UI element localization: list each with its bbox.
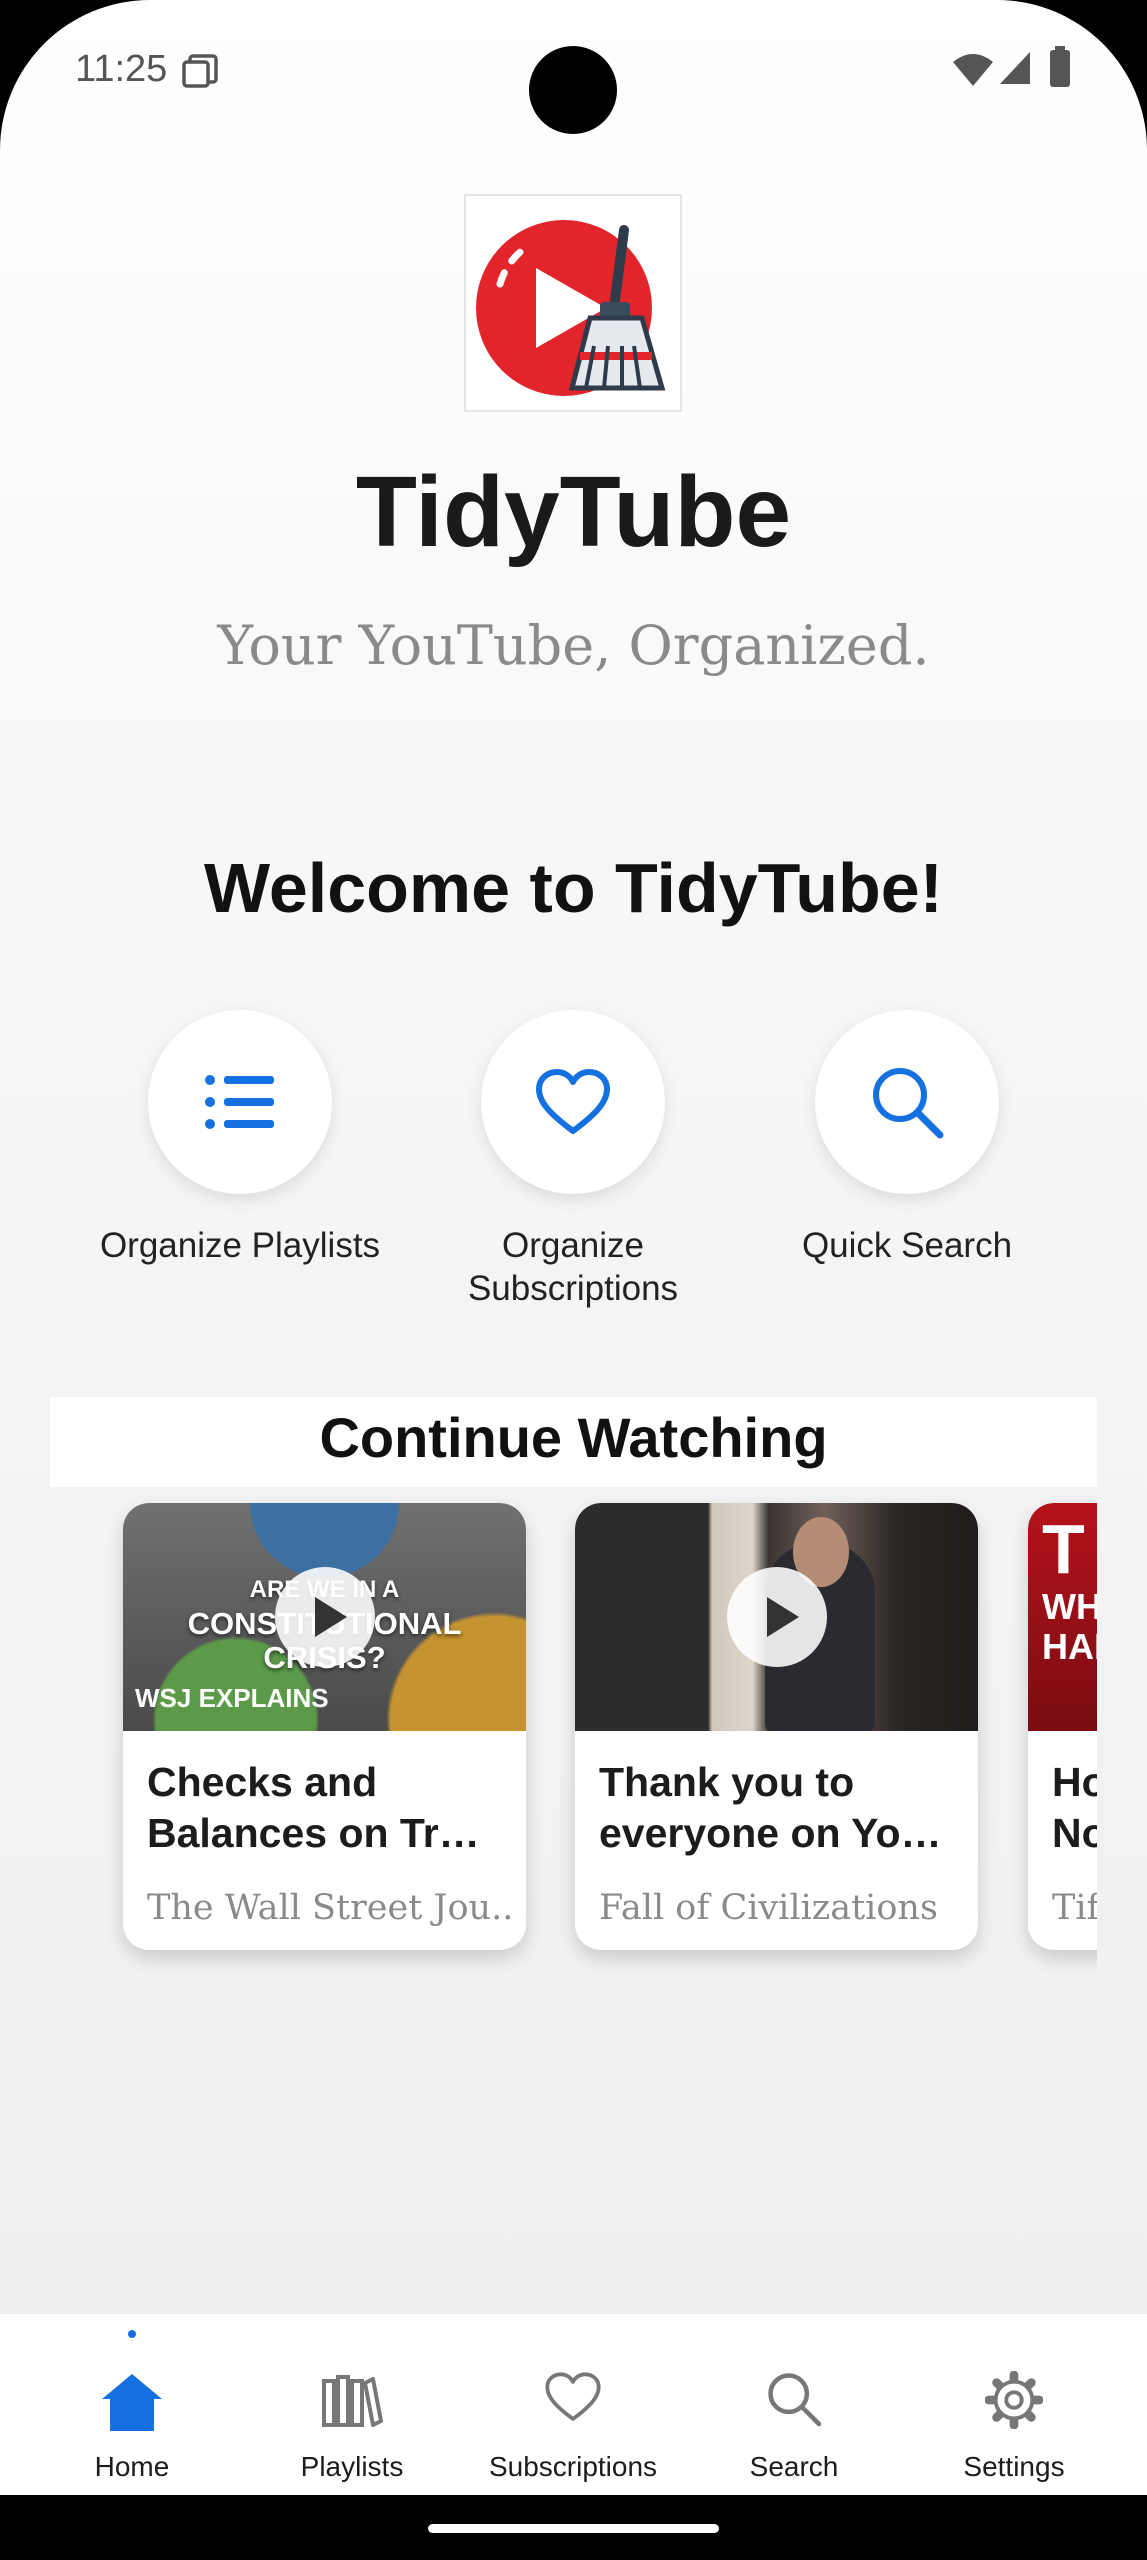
device-screen: 11:25 TidyTube Your YouTube, Organized. …	[0, 0, 1147, 2560]
list-icon	[205, 1075, 274, 1129]
video-title: Thank you to everyone on Yo…	[599, 1759, 942, 1856]
gear-icon	[985, 2371, 1043, 2429]
video-channel: Tif	[1052, 1888, 1097, 1928]
nav-playlists-label: Playlists	[300, 2451, 404, 2482]
nav-home-label: Home	[94, 2451, 170, 2482]
screenshot-notification-icon	[181, 52, 219, 95]
video-title: Checks and Balances on Tr…	[147, 1759, 480, 1856]
search-icon	[873, 1068, 944, 1139]
video-card[interactable]: ARE WE IN A CONSTITUTIONAL CRISIS? WSJ E…	[123, 1503, 526, 1950]
app-logo	[464, 194, 682, 412]
app-title: TidyTube	[355, 456, 792, 568]
video-card[interactable]: T WH HAP Ho No Tif	[1028, 1503, 1097, 1950]
video-title: Ho No	[1052, 1759, 1097, 1856]
organize-playlists-circle[interactable]	[148, 1010, 332, 1194]
gesture-navigation-bar[interactable]	[428, 2524, 719, 2533]
nav-settings[interactable]: Settings	[904, 2314, 1124, 2495]
organize-playlists-label: Organize Playlists	[99, 1226, 381, 1265]
nav-settings-label: Settings	[963, 2451, 1065, 2482]
nav-search[interactable]: Search	[684, 2314, 904, 2495]
active-tab-indicator	[128, 2330, 136, 2338]
welcome-heading: Welcome to TidyTube!	[204, 849, 943, 927]
video-thumbnail[interactable]: T WH HAP	[1028, 1503, 1097, 1731]
quick-search-circle[interactable]	[815, 1010, 999, 1194]
thumbnail-badge: WSJ EXPLAINS	[135, 1683, 329, 1713]
nav-playlists[interactable]: Playlists	[242, 2314, 462, 2495]
video-card[interactable]: Thank you to everyone on Yo… Fall of Civ…	[575, 1503, 978, 1950]
app-tagline: Your YouTube, Organized.	[217, 614, 930, 677]
video-thumbnail[interactable]: ARE WE IN A CONSTITUTIONAL CRISIS? WSJ E…	[123, 1503, 526, 1731]
organize-playlists-button[interactable]: Organize Playlists	[70, 1010, 410, 1267]
thumbnail-overlay-text: T WH HAP	[1042, 1510, 1097, 1667]
bottom-navigation: Home Playlists Subscriptions Search Sett…	[0, 2313, 1147, 2495]
heart-icon	[545, 2372, 601, 2421]
battery-icon	[1049, 46, 1071, 93]
front-camera	[529, 46, 617, 134]
nav-subscriptions-label: Subscriptions	[488, 2451, 658, 2482]
quick-search-label: Quick Search	[801, 1226, 1013, 1265]
continue-watching-title: Continue Watching	[319, 1406, 828, 1469]
heart-icon	[536, 1069, 610, 1134]
home-icon	[102, 2374, 162, 2431]
play-button[interactable]	[274, 1567, 375, 1667]
organize-subscriptions-button[interactable]: Organize Subscriptions	[403, 1010, 743, 1310]
nav-subscriptions[interactable]: Subscriptions	[463, 2314, 683, 2495]
organize-subscriptions-label: Organize Subscriptions	[467, 1226, 679, 1308]
library-icon	[322, 2375, 383, 2427]
search-icon	[768, 2373, 822, 2427]
nav-search-label: Search	[749, 2451, 839, 2482]
status-time: 11:25	[75, 48, 168, 90]
play-button[interactable]	[726, 1567, 827, 1667]
signal-icon	[998, 50, 1032, 91]
wifi-icon	[951, 52, 995, 93]
nav-home[interactable]: Home	[22, 2314, 242, 2495]
logo-play-broom-icon	[471, 215, 666, 401]
app-screen: 11:25 TidyTube Your YouTube, Organized. …	[0, 0, 1147, 2495]
video-channel: Fall of Civilizations	[599, 1888, 938, 1928]
organize-subscriptions-circle[interactable]	[481, 1010, 665, 1194]
continue-watching-carousel[interactable]: ARE WE IN A CONSTITUTIONAL CRISIS? WSJ E…	[50, 1490, 1097, 1980]
video-channel: The Wall Street Jou..	[147, 1888, 514, 1928]
quick-search-button[interactable]: Quick Search	[737, 1010, 1077, 1267]
video-thumbnail[interactable]	[575, 1503, 978, 1731]
